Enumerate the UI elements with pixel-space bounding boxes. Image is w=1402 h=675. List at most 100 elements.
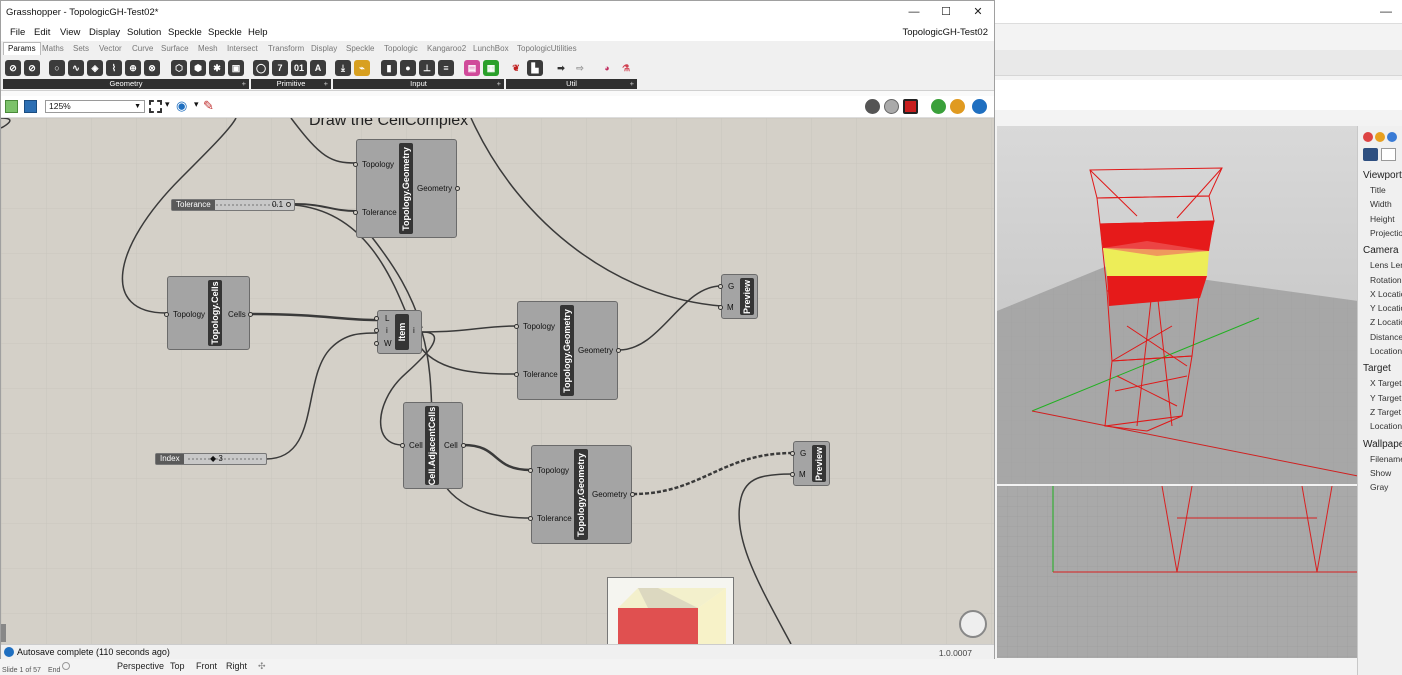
cells-component[interactable]: Topology Topology.Cells Cells	[164, 276, 253, 350]
geometry-component-bottom[interactable]: Topology Tolerance Topology.Geometry Geo…	[528, 445, 635, 544]
ribbon-icon-17[interactable]: ⤓	[335, 60, 351, 76]
ribbon-icon-28[interactable]: ⇨	[572, 60, 588, 76]
tab-perspective[interactable]: Perspective	[117, 661, 164, 671]
ribbon-icon-20[interactable]: ●	[400, 60, 416, 76]
tab-front[interactable]: Front	[196, 661, 217, 671]
save-file-icon[interactable]	[24, 100, 37, 113]
tab-display[interactable]: Display	[311, 44, 337, 53]
ribbon-icon-21[interactable]: ⊥	[419, 60, 435, 76]
input-grip[interactable]	[528, 468, 533, 473]
input-grip[interactable]	[528, 516, 533, 521]
add-viewport-icon[interactable]: ✣	[258, 661, 266, 672]
tolerance-slider-rail[interactable]	[216, 204, 280, 206]
output-grip[interactable]	[630, 492, 635, 497]
ribbon-icon-15[interactable]: 01	[291, 60, 307, 76]
ribbon-icon-3[interactable]: ○	[49, 60, 65, 76]
geometry-component-mid[interactable]: Topology Tolerance Topology.Geometry Geo…	[514, 301, 621, 400]
tab-params[interactable]: Params	[3, 42, 41, 55]
tolerance-slider[interactable]: Tolerance 0.1	[171, 199, 295, 211]
wireframe-preview-icon[interactable]	[884, 99, 899, 114]
display-tab-icon[interactable]	[1387, 132, 1397, 142]
close-button[interactable]: ✕	[963, 3, 993, 21]
menu-edit[interactable]: Edit	[34, 27, 50, 38]
menu-speckle-2[interactable]: Speckle	[208, 27, 242, 38]
input-grip[interactable]	[514, 372, 519, 377]
tolerance-output-grip[interactable]	[286, 202, 291, 207]
menu-display[interactable]: Display	[89, 27, 120, 38]
tab-lunchbox[interactable]: LunchBox	[473, 44, 509, 53]
input-grip[interactable]	[164, 312, 169, 317]
tab-topologicutilities[interactable]: TopologicUtilities	[517, 44, 577, 53]
tab-topologic[interactable]: Topologic	[384, 44, 418, 53]
menu-help[interactable]: Help	[248, 27, 268, 38]
index-slider[interactable]: Index ◆ 3	[155, 453, 267, 465]
zoom-select[interactable]: 125% ▼	[45, 100, 145, 113]
menu-solution[interactable]: Solution	[127, 27, 161, 38]
ribbon-icon-19[interactable]: ▮	[381, 60, 397, 76]
input-grip[interactable]	[374, 341, 379, 346]
list-item-component[interactable]: L i W Item i	[374, 310, 422, 354]
minimize-icon[interactable]: —	[1380, 4, 1392, 18]
ribbon-icon-18[interactable]: ⌁	[354, 60, 370, 76]
preview-off-icon[interactable]	[865, 99, 880, 114]
output-grip[interactable]	[461, 443, 466, 448]
canvas-navigation-widget[interactable]	[959, 610, 987, 638]
index-slider-rail[interactable]	[188, 458, 262, 460]
ribbon-icon-7[interactable]: ⊕	[125, 60, 141, 76]
input-grip[interactable]	[353, 210, 358, 215]
ribbon-icon-2[interactable]: ⊘	[24, 60, 40, 76]
preview-component-bottom[interactable]: G M Preview	[790, 441, 830, 486]
tab-speckle[interactable]: Speckle	[346, 44, 374, 53]
canvas-scroll-marker[interactable]	[1, 624, 6, 642]
ribbon-icon-16[interactable]: A	[310, 60, 326, 76]
top-viewport[interactable]	[997, 486, 1358, 658]
dropdown-arrow-icon-2[interactable]: ▾	[194, 99, 199, 110]
ribbon-icon-13[interactable]: ◯	[253, 60, 269, 76]
output-grip[interactable]	[616, 348, 621, 353]
tab-surface[interactable]: Surface	[161, 44, 189, 53]
ribbon-icon-4[interactable]: ∿	[68, 60, 84, 76]
output-grip[interactable]	[248, 312, 253, 317]
ribbon-icon-22[interactable]: ≡	[438, 60, 454, 76]
input-grip[interactable]	[374, 328, 379, 333]
ribbon-icon-14[interactable]: 7	[272, 60, 288, 76]
properties-tab-icon[interactable]	[1363, 132, 1373, 142]
menu-file[interactable]: File	[10, 27, 25, 38]
ribbon-icon-11[interactable]: ✱	[209, 60, 225, 76]
adjacent-cells-component[interactable]: Cell Cell.AdjacentCells Cell	[400, 402, 466, 489]
tab-transform[interactable]: Transform	[268, 44, 304, 53]
input-grip[interactable]	[790, 451, 795, 456]
ribbon-icon-30[interactable]: ⚗	[618, 60, 634, 76]
document-preview-icon[interactable]	[972, 99, 987, 114]
eye-icon[interactable]: ◉	[176, 98, 187, 114]
input-grip[interactable]	[718, 305, 723, 310]
tab-intersect[interactable]: Intersect	[227, 44, 258, 53]
tab-sets[interactable]: Sets	[73, 44, 89, 53]
geometry-component-top[interactable]: Topology Tolerance Topology.Geometry Geo…	[353, 139, 460, 238]
ribbon-icon-29[interactable]: ◕	[599, 60, 615, 76]
tab-curve[interactable]: Curve	[132, 44, 153, 53]
dropdown-arrow-icon[interactable]: ▾	[165, 99, 170, 110]
ribbon-icon-27[interactable]: ➡	[553, 60, 569, 76]
input-grip[interactable]	[514, 324, 519, 329]
output-grip[interactable]	[455, 186, 460, 191]
tab-vector[interactable]: Vector	[99, 44, 122, 53]
ribbon-icon-23[interactable]: ▤	[464, 60, 480, 76]
menu-speckle-1[interactable]: Speckle	[168, 27, 202, 38]
preview-mesh-icon[interactable]	[950, 99, 965, 114]
input-grip[interactable]	[353, 162, 358, 167]
input-grip[interactable]	[718, 284, 723, 289]
ribbon-icon-1[interactable]: ⊘	[5, 60, 21, 76]
colour-swatch-component[interactable]	[607, 577, 734, 644]
ribbon-icon-9[interactable]: ⬡	[171, 60, 187, 76]
tab-right[interactable]: Right	[226, 661, 247, 671]
selected-only-icon[interactable]	[931, 99, 946, 114]
grasshopper-canvas[interactable]: Draw the CellComplex Tolerance 0.1 Index…	[1, 118, 994, 644]
input-grip[interactable]	[374, 316, 379, 321]
ribbon-icon-8[interactable]: ⊗	[144, 60, 160, 76]
snap-icon[interactable]	[62, 662, 70, 670]
open-file-icon[interactable]	[5, 100, 18, 113]
layers-tab-icon[interactable]	[1375, 132, 1385, 142]
tab-kangaroo2[interactable]: Kangaroo2	[427, 44, 466, 53]
ribbon-icon-25[interactable]: ❦	[508, 60, 524, 76]
